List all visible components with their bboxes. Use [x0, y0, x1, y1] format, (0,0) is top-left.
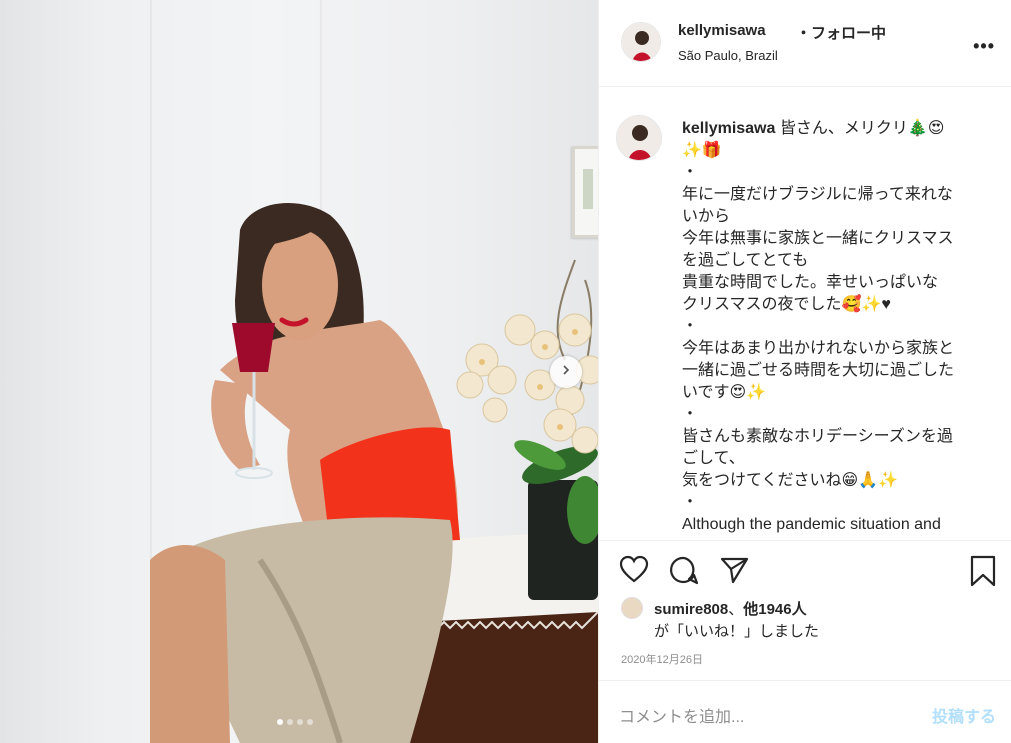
- caption-line: ・: [682, 406, 699, 423]
- caption-line: Although the pandemic situation and: [682, 516, 941, 533]
- carousel-dot: [287, 719, 293, 725]
- caption-line: ✨🎁: [682, 142, 722, 159]
- caption-line-text: 皆さん、メリクリ🎄😍: [779, 120, 945, 137]
- caption-avatar[interactable]: [616, 115, 662, 161]
- caption-line: いです😍✨: [682, 384, 767, 401]
- post-comment-button[interactable]: 投稿する: [932, 703, 996, 727]
- caption-line: 今年はあまり出かけれないから家族と: [682, 340, 955, 357]
- caption-section: kellymisawa 皆さん、メリクリ🎄😍 ✨🎁 ・ 年に一度だけブラジルに帰…: [599, 88, 1011, 540]
- bookmark-icon[interactable]: [969, 555, 997, 592]
- caption-text: kellymisawa 皆さん、メリクリ🎄😍 ✨🎁 ・ 年に一度だけブラジルに帰…: [682, 118, 982, 536]
- carousel-dot: [277, 719, 283, 725]
- caption-line: kellymisawa 皆さん、メリクリ🎄😍: [682, 118, 982, 140]
- caption-line: ・: [682, 318, 699, 335]
- chevron-right-icon: [560, 363, 572, 381]
- follow-status-label: フォロー中: [811, 25, 887, 42]
- likes-line: sumire808、他1946人: [654, 601, 807, 618]
- caption-line: いから: [682, 208, 731, 225]
- heart-icon[interactable]: [619, 555, 649, 588]
- username-link[interactable]: kellymisawa: [678, 22, 766, 39]
- action-bar: [599, 540, 1011, 600]
- carousel-dot: [307, 719, 313, 725]
- others-count[interactable]: 他1946人: [743, 601, 806, 618]
- caption-line: クリスマスの夜でした🥰✨♥: [682, 296, 891, 313]
- person: [150, 203, 460, 743]
- likes-suffix: が「いいね！」しました: [654, 623, 820, 640]
- comment-input[interactable]: コメントを追加...: [619, 703, 744, 727]
- carousel-next-button[interactable]: [550, 356, 582, 388]
- carousel-indicator: [277, 719, 313, 725]
- location-link[interactable]: São Paulo, Brazil: [678, 48, 778, 63]
- more-options-button[interactable]: •••: [973, 36, 995, 57]
- liker-username[interactable]: sumire808: [654, 601, 728, 618]
- caption-username[interactable]: kellymisawa: [682, 120, 775, 137]
- paper-plane-icon[interactable]: [719, 555, 749, 590]
- post-sidebar: kellymisawa ・フォロー中 São Paulo, Brazil •••…: [598, 0, 1011, 743]
- caption-line: 気をつけてくださいね😁🙏✨: [682, 472, 899, 489]
- caption-line: ・: [682, 164, 699, 181]
- caption-line: 今年は無事に家族と一緒にクリスマス: [682, 230, 954, 247]
- user-avatar[interactable]: [621, 22, 661, 62]
- follow-status[interactable]: ・フォロー中: [796, 22, 886, 43]
- post-date[interactable]: 2020年12月26日: [621, 651, 703, 667]
- caption-line: 皆さんも素敵なホリデーシーズンを過: [682, 428, 953, 445]
- comment-bar: コメントを追加... 投稿する: [599, 680, 1011, 743]
- caption-line: ・: [682, 494, 699, 511]
- liker-avatar[interactable]: [621, 597, 643, 619]
- caption-line: 貴重な時間でした。幸せいっぱいな: [682, 274, 939, 291]
- comment-icon[interactable]: [669, 555, 699, 590]
- carousel-dot: [297, 719, 303, 725]
- caption-line: 一緒に過ごせる時間を大切に過ごした: [682, 362, 955, 379]
- caption-line: を過ごしてとても: [682, 252, 809, 269]
- caption-line: 年に一度だけブラジルに帰って来れな: [682, 186, 953, 203]
- post-header: kellymisawa ・フォロー中 São Paulo, Brazil •••: [599, 0, 1011, 87]
- post-photo[interactable]: [0, 0, 598, 743]
- photo-scene: [150, 203, 598, 743]
- caption-line: ごして、: [682, 450, 745, 467]
